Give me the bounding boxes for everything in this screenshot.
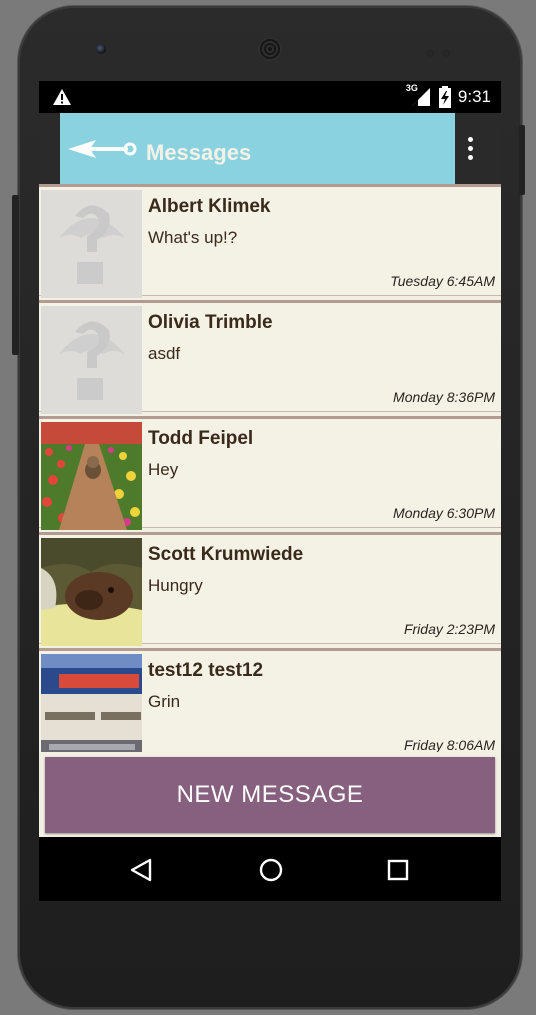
- page-title: Messages: [146, 140, 252, 165]
- appbar-left-edge: [39, 113, 60, 184]
- signal-icon: 3G: [406, 83, 432, 108]
- new-message-container: NEW MESSAGE: [39, 752, 501, 837]
- recents-square-icon[interactable]: [387, 859, 409, 881]
- screen: 3G 9:31 Messages Albert Klimek What's up…: [39, 81, 501, 901]
- overflow-menu-icon[interactable]: [466, 137, 474, 163]
- placeholder-avatar: [41, 306, 142, 414]
- navigation-bar: [39, 839, 501, 901]
- message-timestamp: Monday 6:30PM: [393, 505, 495, 521]
- message-preview: asdf: [148, 344, 181, 363]
- message-timestamp: Monday 8:36PM: [393, 389, 495, 405]
- earpiece-speaker: [258, 37, 282, 61]
- photo-tulips-dog: [41, 422, 142, 530]
- contact-name: Albert Klimek: [148, 196, 271, 217]
- message-preview: Hungry: [148, 576, 203, 595]
- conversation-list[interactable]: Albert Klimek What's up!? Tuesday 6:45AM…: [39, 184, 501, 752]
- proximity-sensors: [426, 44, 466, 57]
- status-bar: 3G 9:31: [39, 81, 501, 113]
- status-time: 9:31: [457, 87, 491, 106]
- message-timestamp: Tuesday 6:45AM: [390, 273, 495, 289]
- photo-dog-blanket: [41, 538, 142, 646]
- message-timestamp: Friday 8:06AM: [403, 737, 495, 752]
- conversation-row[interactable]: Todd Feipel Hey Monday 6:30PM: [39, 416, 501, 530]
- status-indicators: 3G 9:31: [406, 83, 491, 108]
- conversation-row[interactable]: test12 test12 Grin Friday 8:06AM: [39, 648, 501, 752]
- power-button: [519, 125, 525, 195]
- battery-icon: [438, 86, 451, 108]
- appbar-right-edge: [455, 113, 501, 184]
- placeholder-avatar: [41, 190, 142, 298]
- new-message-button[interactable]: NEW MESSAGE: [45, 757, 495, 833]
- message-preview: What's up!?: [148, 228, 238, 247]
- conversation-row[interactable]: Scott Krumwiede Hungry Friday 2:23PM: [39, 532, 501, 646]
- conversation-row[interactable]: Olivia Trimble asdf Monday 8:36PM: [39, 300, 501, 414]
- contact-name: test12 test12: [148, 660, 264, 681]
- contact-name: Olivia Trimble: [148, 312, 273, 333]
- photo-storefront: [41, 654, 142, 752]
- volume-button: [12, 195, 19, 355]
- home-circle-icon[interactable]: [259, 858, 283, 882]
- back-arrow-icon[interactable]: [68, 137, 138, 161]
- message-timestamp: Friday 2:23PM: [403, 621, 495, 637]
- contact-name: Scott Krumwiede: [148, 544, 304, 565]
- conversation-row[interactable]: Albert Klimek What's up!? Tuesday 6:45AM: [39, 184, 501, 298]
- warning-icon: [53, 89, 71, 105]
- message-preview: Grin: [148, 692, 181, 711]
- back-triangle-icon[interactable]: [130, 858, 152, 882]
- front-camera: [96, 44, 106, 54]
- message-preview: Hey: [148, 460, 179, 479]
- app-bar: Messages: [60, 113, 455, 184]
- contact-name: Todd Feipel: [148, 428, 254, 449]
